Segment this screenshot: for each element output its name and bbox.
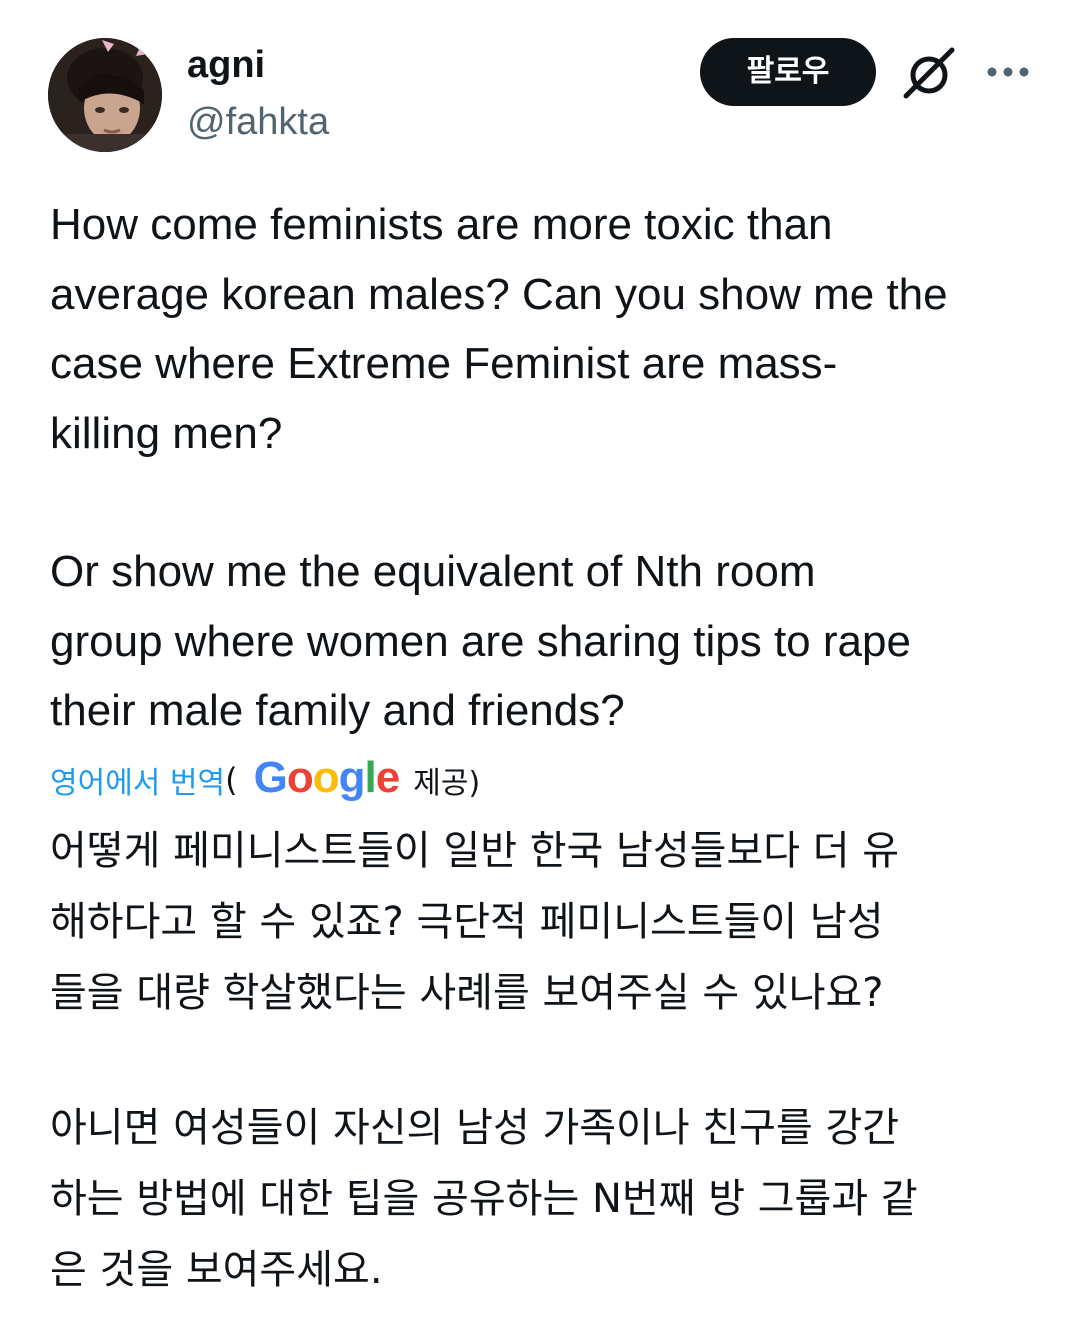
display-name[interactable]: agni xyxy=(187,40,329,90)
google-logo: Google xyxy=(253,753,401,802)
avatar[interactable] xyxy=(48,38,162,152)
tweet-header: agni @fahkta 팔로우 xyxy=(0,0,1080,160)
more-dots-icon[interactable] xyxy=(986,62,1030,82)
tweet-text-paragraph-2: Or show me the equivalent of Nth room gr… xyxy=(50,547,911,735)
author-names: agni @fahkta xyxy=(187,40,329,148)
translated-from-link[interactable]: 영어에서 번역 xyxy=(50,758,225,802)
open-paren: ( xyxy=(225,761,238,799)
provided-by-label: 제공) xyxy=(413,766,481,801)
translated-paragraph-1: 어떻게 페미니스트들이 일반 한국 남성들보다 더 유 해하다고 할 수 있죠?… xyxy=(50,828,900,1016)
follow-button[interactable]: 팔로우 xyxy=(700,38,876,106)
profile-photo-icon xyxy=(48,38,162,152)
grok-icon[interactable] xyxy=(900,44,958,102)
user-handle[interactable]: @fahkta xyxy=(187,96,329,148)
translation-attribution: 영어에서 번역 ( Google 제공) xyxy=(50,752,480,808)
translated-paragraph-2: 아니면 여성들이 자신의 남성 가족이나 친구를 강간 하는 방법에 대한 팁을… xyxy=(50,1105,918,1293)
tweet-text-paragraph-1: How come feminists are more toxic than a… xyxy=(50,200,948,458)
